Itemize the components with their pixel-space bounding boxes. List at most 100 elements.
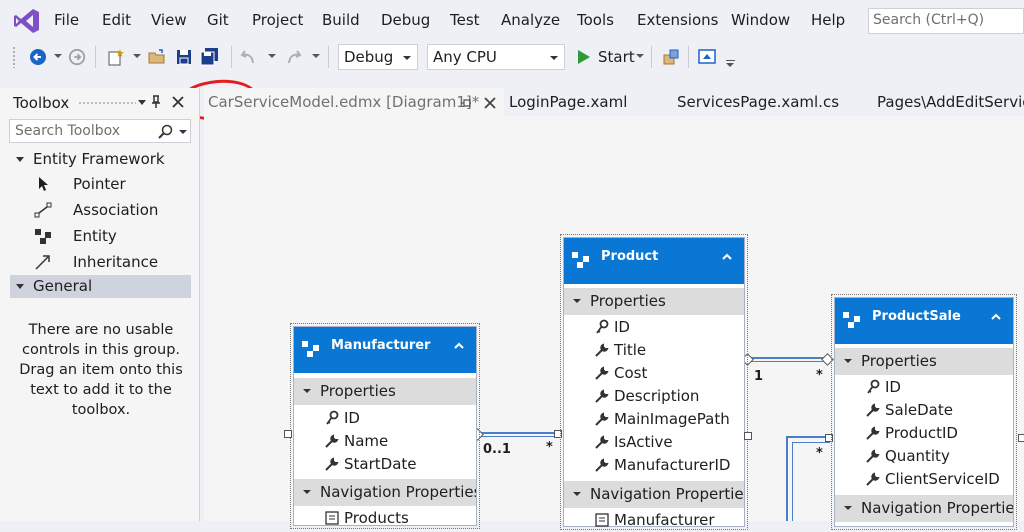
menu-view[interactable]: View <box>151 11 187 29</box>
forward-icon[interactable] <box>66 46 88 68</box>
property-mainimagepath[interactable]: MainImagePath <box>564 408 744 431</box>
property-id[interactable]: ID <box>835 376 1013 399</box>
association-line[interactable] <box>746 357 828 359</box>
association-line[interactable] <box>786 436 788 521</box>
platform-select[interactable]: Any CPU <box>427 44 565 70</box>
diagram-canvas[interactable]: 0..1 * 1 * * Manufacturer Properties ID … <box>204 118 1024 530</box>
save-icon[interactable] <box>173 46 195 68</box>
navigation-properties-section[interactable]: Navigation Properties <box>835 494 1013 522</box>
menu-test[interactable]: Test <box>450 11 480 29</box>
toolbox-empty-message[interactable]: There are no usable controls in this gro… <box>12 320 190 420</box>
tab-carservicemodel[interactable]: CarServiceModel.edmx [Diagram1]* <box>204 88 504 116</box>
new-dropdown-icon[interactable] <box>133 54 141 58</box>
find-icon[interactable] <box>660 46 682 68</box>
back-dropdown-icon[interactable] <box>54 54 62 58</box>
collapse-icon[interactable] <box>722 252 732 262</box>
property-manufacturerid[interactable]: ManufacturerID <box>564 454 744 477</box>
selection-handle[interactable] <box>554 430 562 438</box>
nav-property-products[interactable]: Products <box>294 507 476 530</box>
property-name[interactable]: Name <box>294 430 476 453</box>
undo-icon[interactable] <box>238 46 260 68</box>
configuration-select[interactable]: Debug <box>338 44 418 70</box>
property-productid[interactable]: ProductID <box>835 422 1013 445</box>
browser-icon[interactable] <box>696 46 718 68</box>
entity-manufacturer[interactable]: Manufacturer Properties ID Name StartDat… <box>290 323 480 529</box>
toolbox-item-pointer[interactable]: Pointer <box>30 172 190 198</box>
properties-section[interactable]: Properties <box>835 347 1013 375</box>
back-icon[interactable] <box>27 46 49 68</box>
toolbox-grip[interactable] <box>78 101 136 105</box>
toolbar-overflow-icon[interactable] <box>726 60 735 69</box>
menu-debug[interactable]: Debug <box>381 11 430 29</box>
property-description[interactable]: Description <box>564 385 744 408</box>
toolbox-group-entity-framework[interactable]: Entity Framework <box>10 148 191 171</box>
toolbox-group-general[interactable]: General <box>10 275 191 298</box>
selection-handle[interactable] <box>284 430 292 438</box>
menu-window[interactable]: Window <box>731 11 790 29</box>
toolbar-grip[interactable] <box>12 46 16 68</box>
properties-section[interactable]: Properties <box>294 377 476 405</box>
entity-header[interactable]: Manufacturer <box>294 327 476 373</box>
association-line[interactable] <box>786 436 830 438</box>
search-options-icon[interactable] <box>179 130 187 134</box>
open-file-icon[interactable] <box>146 46 168 68</box>
entity-product[interactable]: Product Properties ID Title Cost Descrip… <box>560 234 748 530</box>
tab-servicespage[interactable]: ServicesPage.xaml.cs <box>677 88 839 116</box>
selection-handle[interactable] <box>1018 434 1024 442</box>
undo-dropdown-icon[interactable] <box>268 54 276 58</box>
new-project-icon[interactable] <box>104 46 126 68</box>
pin-icon[interactable] <box>150 95 162 109</box>
menu-extensions[interactable]: Extensions <box>637 11 718 29</box>
association-line[interactable] <box>477 432 559 434</box>
association-line[interactable] <box>792 442 830 443</box>
toolbox-item-entity[interactable]: Entity <box>30 224 190 250</box>
search-icon[interactable] <box>158 124 174 140</box>
menu-tools[interactable]: Tools <box>577 11 614 29</box>
tab-addeditservice[interactable]: Pages\AddEditServicel <box>877 88 1024 116</box>
entity-header[interactable]: Product <box>564 238 744 284</box>
property-quantity[interactable]: Quantity <box>835 445 1013 468</box>
redo-icon[interactable] <box>282 46 304 68</box>
property-startdate[interactable]: StartDate <box>294 453 476 476</box>
start-dropdown-icon[interactable] <box>636 54 644 58</box>
association-line[interactable] <box>746 361 828 362</box>
toolbox-menu-icon[interactable] <box>138 100 146 105</box>
close-icon[interactable] <box>484 97 496 109</box>
navigation-properties-section[interactable]: Navigation Properties <box>294 478 476 506</box>
menu-git[interactable]: Git <box>207 11 229 29</box>
close-icon[interactable] <box>172 96 184 108</box>
tab-loginpage[interactable]: LoginPage.xaml <box>509 88 627 116</box>
menu-edit[interactable]: Edit <box>102 11 131 29</box>
toolbox-item-association[interactable]: Association <box>30 198 190 224</box>
entity-header[interactable]: ProductSale <box>835 298 1013 344</box>
menu-file[interactable]: File <box>54 11 79 29</box>
navigation-properties-section[interactable]: Navigation Properties <box>564 480 744 508</box>
collapse-icon[interactable] <box>454 341 464 351</box>
redo-dropdown-icon[interactable] <box>312 54 320 58</box>
entity-productsale[interactable]: ProductSale Properties ID SaleDate Produ… <box>831 294 1017 530</box>
property-id[interactable]: ID <box>294 407 476 430</box>
search-input[interactable]: Search (Ctrl+Q) <box>868 8 1024 34</box>
selection-handle[interactable] <box>825 434 833 442</box>
property-clientserviceid[interactable]: ClientServiceID <box>835 468 1013 491</box>
toolbox-item-inheritance[interactable]: Inheritance <box>30 250 190 276</box>
property-cost[interactable]: Cost <box>564 362 744 385</box>
association-line[interactable] <box>792 442 793 521</box>
selection-handle[interactable] <box>744 432 752 440</box>
collapse-icon[interactable] <box>991 312 1001 322</box>
save-all-icon[interactable] <box>199 46 221 68</box>
association-line[interactable] <box>477 436 559 437</box>
visual-studio-logo-icon[interactable] <box>12 6 42 36</box>
property-id[interactable]: ID <box>564 316 744 339</box>
toolbox-search-input[interactable]: Search Toolbox <box>9 119 191 143</box>
association-endpoint[interactable] <box>821 353 834 366</box>
property-isactive[interactable]: IsActive <box>564 431 744 454</box>
properties-section[interactable]: Properties <box>564 287 744 315</box>
pin-icon[interactable] <box>460 97 472 109</box>
property-saledate[interactable]: SaleDate <box>835 399 1013 422</box>
menu-project[interactable]: Project <box>252 11 303 29</box>
menu-analyze[interactable]: Analyze <box>501 11 560 29</box>
menu-help[interactable]: Help <box>811 11 845 29</box>
property-title[interactable]: Title <box>564 339 744 362</box>
menu-build[interactable]: Build <box>322 11 360 29</box>
